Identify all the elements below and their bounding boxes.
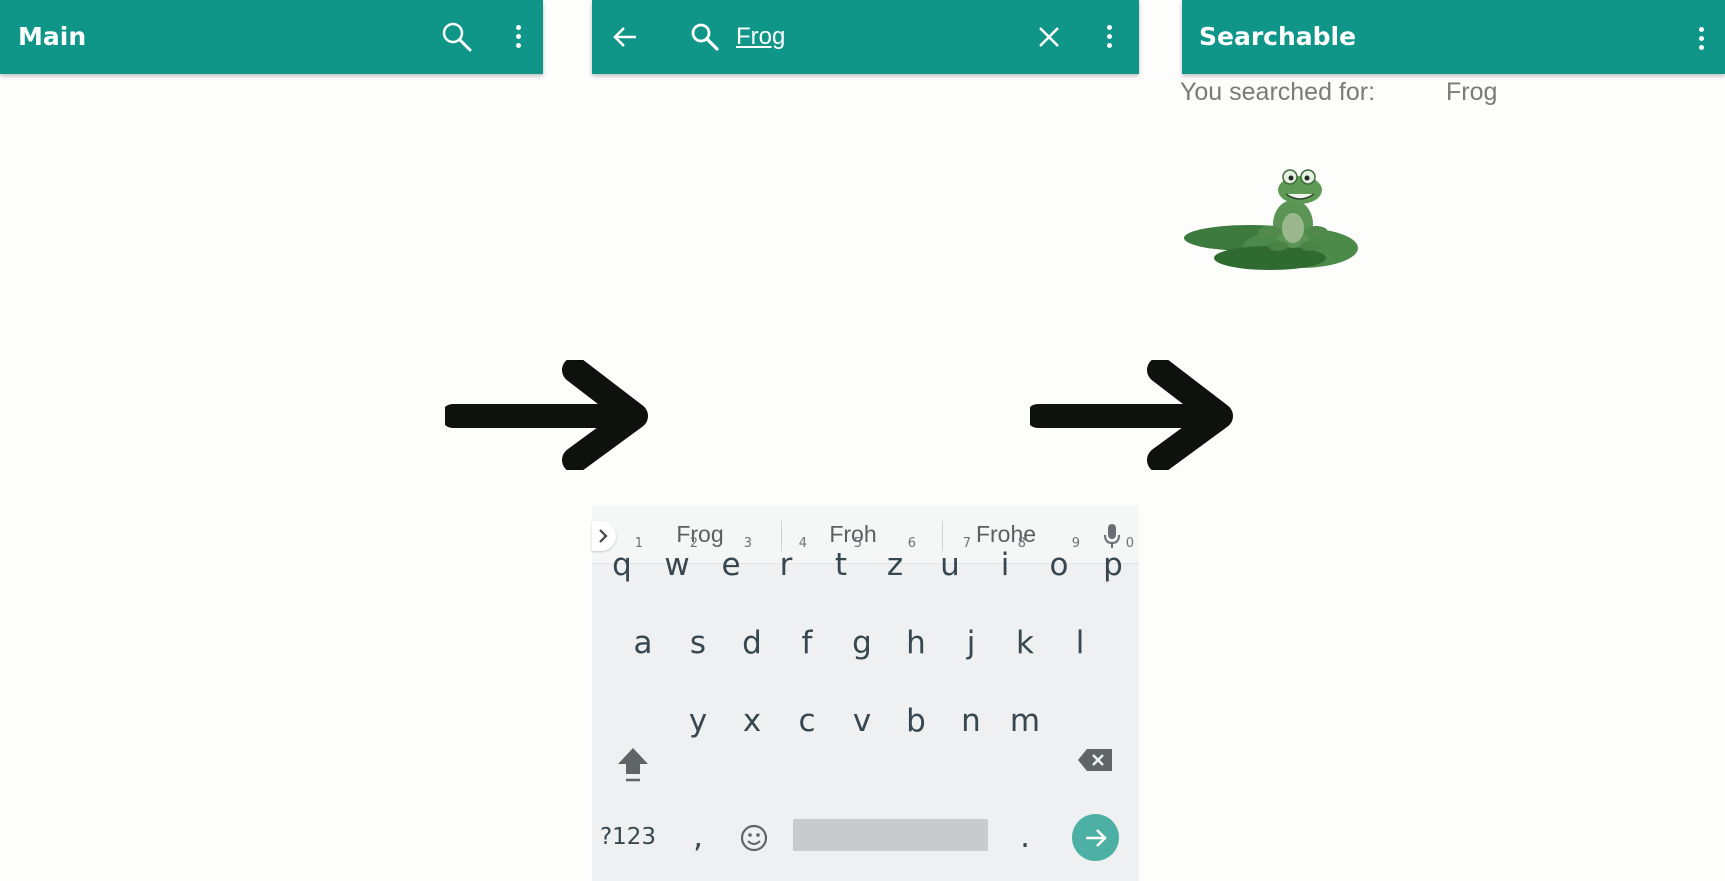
more-vert-icon[interactable] (1107, 25, 1112, 52)
key-h[interactable]: h (891, 613, 941, 673)
searchable-toolbar: Searchable (1182, 0, 1725, 74)
key-e[interactable]: e3 (706, 535, 756, 595)
result-value: Frog (1446, 78, 1498, 106)
shift-icon[interactable] (615, 745, 651, 785)
symbols-key[interactable]: ?123 (597, 807, 659, 867)
key-t[interactable]: t5 (816, 535, 866, 595)
clear-icon[interactable] (1037, 25, 1061, 49)
key-period[interactable]: . (1000, 807, 1050, 867)
key-z[interactable]: z6 (870, 535, 920, 595)
result-label: You searched for: (1180, 78, 1376, 106)
more-vert-icon[interactable] (516, 25, 521, 52)
arrow-icon (445, 360, 648, 470)
search-icon (691, 23, 719, 51)
key-r[interactable]: r4 (761, 535, 811, 595)
search-input[interactable]: Frog (736, 0, 785, 74)
main-toolbar: Main (0, 0, 543, 74)
key-g[interactable]: g (837, 613, 887, 673)
key-o[interactable]: o9 (1034, 535, 1084, 595)
key-l[interactable]: l (1055, 613, 1105, 673)
key-comma[interactable]: , (673, 807, 723, 867)
key-y[interactable]: y (673, 691, 723, 751)
searchable-title: Searchable (1199, 22, 1357, 51)
backspace-icon[interactable] (1076, 747, 1114, 773)
soft-keyboard: Frog Froh Frohe q1 w2 e3 r4 t5 z6 u7 i8 … (592, 505, 1139, 881)
more-vert-icon[interactable] (1699, 27, 1704, 54)
key-f[interactable]: f (782, 613, 832, 673)
spacebar[interactable] (793, 819, 988, 851)
enter-arrow-icon (1086, 829, 1107, 847)
key-m[interactable]: m (1000, 691, 1050, 751)
search-icon[interactable] (440, 20, 474, 54)
emoji-icon[interactable] (739, 823, 769, 853)
key-w[interactable]: w2 (652, 535, 702, 595)
key-x[interactable]: x (727, 691, 777, 751)
back-arrow-icon[interactable] (612, 24, 638, 50)
key-b[interactable]: b (891, 691, 941, 751)
key-k[interactable]: k (1000, 613, 1050, 673)
key-s[interactable]: s (673, 613, 723, 673)
key-a[interactable]: a (618, 613, 668, 673)
key-n[interactable]: n (946, 691, 996, 751)
key-c[interactable]: c (782, 691, 832, 751)
key-q[interactable]: q1 (597, 535, 647, 595)
key-u[interactable]: u7 (925, 535, 975, 595)
key-v[interactable]: v (837, 691, 887, 751)
key-i[interactable]: i8 (980, 535, 1030, 595)
key-d[interactable]: d (727, 613, 777, 673)
main-title: Main (18, 22, 87, 51)
enter-button[interactable] (1072, 814, 1119, 861)
frog-image (1184, 169, 1358, 270)
key-p[interactable]: p0 (1088, 535, 1138, 595)
key-j[interactable]: j (946, 613, 996, 673)
search-toolbar (592, 0, 1139, 74)
arrow-icon (1030, 360, 1233, 470)
